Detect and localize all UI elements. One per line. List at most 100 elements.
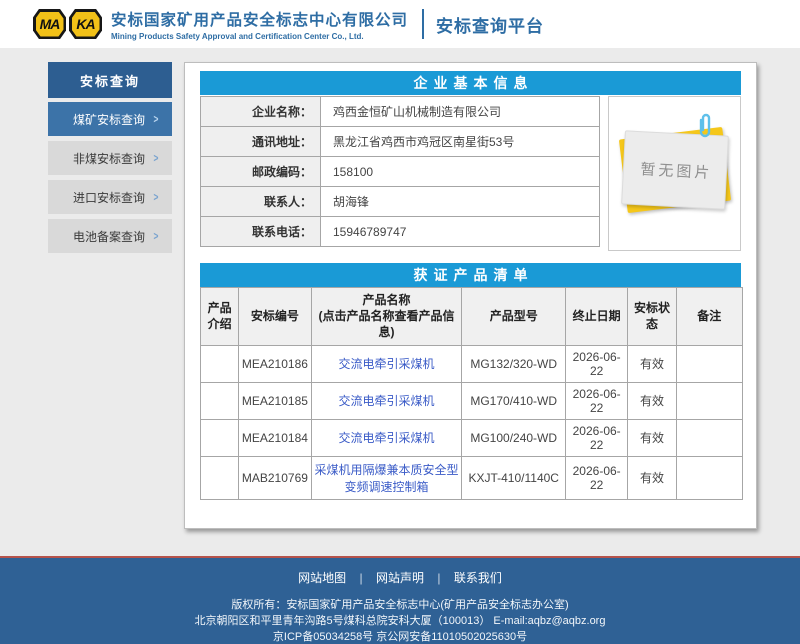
- footer-link-separator: |: [437, 571, 440, 585]
- sidebar-item-battery-record-query[interactable]: 电池备案查询 >: [48, 219, 172, 253]
- ka-badge-icon: KA: [69, 9, 102, 39]
- site-header: MA KA 安标国家矿用产品安全标志中心有限公司 Mining Products…: [0, 0, 800, 48]
- address-value: 黑龙江省鸡西市鸡冠区南星街53号: [321, 127, 600, 157]
- table-row: 通讯地址： 黑龙江省鸡西市鸡冠区南星街53号: [201, 127, 600, 157]
- sidebar-title: 安标查询: [48, 62, 172, 98]
- sidebar-item-import-query[interactable]: 进口安标查询 >: [48, 180, 172, 214]
- footer-copyright-block: 版权所有：安标国家矿用产品安全标志中心(矿用产品安全标志办公室) 北京朝阳区和平…: [0, 597, 800, 644]
- sidebar-item-label: 煤矿安标查询: [66, 111, 152, 128]
- site-footer: 网站地图 | 网站声明 | 联系我们 版权所有：安标国家矿用产品安全标志中心(矿…: [0, 556, 800, 644]
- cell-model: MG132/320-WD: [462, 345, 566, 382]
- cell-model: MG170/410-WD: [462, 382, 566, 419]
- basic-info-header: 企业基本信息: [200, 71, 741, 95]
- col-header-name-title: 产品名称: [314, 292, 460, 308]
- cell-intro: [201, 345, 239, 382]
- no-image-text: 暂无图片: [637, 158, 713, 183]
- info-label: 企业名称：: [201, 97, 321, 127]
- chevron-right-icon: >: [154, 190, 161, 204]
- cell-code: MEA210186: [239, 345, 311, 382]
- table-row: MEA210186 交流电牵引采煤机 MG132/320-WD 2026-06-…: [201, 345, 743, 382]
- cell-name: 交流电牵引采煤机: [311, 382, 462, 419]
- col-header-name: 产品名称 (点击产品名称查看产品信息): [311, 288, 462, 346]
- cell-note: [676, 419, 742, 456]
- cell-expire: 2026-06-22: [565, 419, 627, 456]
- no-image-placeholder: 暂无图片: [608, 96, 741, 251]
- no-image-cards: 暂无图片: [623, 133, 727, 207]
- cell-intro: [201, 382, 239, 419]
- cell-note: [676, 382, 742, 419]
- cell-name: 交流电牵引采煤机: [311, 345, 462, 382]
- footer-link-contact[interactable]: 联系我们: [454, 571, 502, 585]
- paperclip-icon: [695, 111, 713, 146]
- col-header-status: 安标状态: [628, 288, 676, 346]
- copyright-line: 版权所有：安标国家矿用产品安全标志中心(矿用产品安全标志办公室): [0, 597, 800, 613]
- col-header-note: 备注: [676, 288, 742, 346]
- basic-info-table: 企业名称： 鸡西金恒矿山机械制造有限公司 通讯地址： 黑龙江省鸡西市鸡冠区南星街…: [200, 96, 600, 247]
- contact-person-value: 胡海锋: [321, 187, 600, 217]
- table-row: MAB210769 采煤机用隔爆兼本质安全型变频调速控制箱 KXJT-410/1…: [201, 456, 743, 499]
- basic-info-section: 企业名称： 鸡西金恒矿山机械制造有限公司 通讯地址： 黑龙江省鸡西市鸡冠区南星街…: [200, 96, 741, 251]
- info-label: 邮政编码：: [201, 157, 321, 187]
- cell-intro: [201, 419, 239, 456]
- ma-badge-text: MA: [36, 12, 64, 37]
- product-name-link[interactable]: 交流电牵引采煤机: [339, 394, 435, 408]
- cell-expire: 2026-06-22: [565, 345, 627, 382]
- ma-badge-icon: MA: [33, 9, 66, 39]
- table-row: 邮政编码： 158100: [201, 157, 600, 187]
- company-name-value: 鸡西金恒矿山机械制造有限公司: [321, 97, 600, 127]
- col-header-name-note: (点击产品名称查看产品信息): [314, 308, 460, 340]
- product-name-link[interactable]: 交流电牵引采煤机: [339, 357, 435, 371]
- col-header-code: 安标编号: [239, 288, 311, 346]
- postcode-value: 158100: [321, 157, 600, 187]
- table-row: 联系电话： 15946789747: [201, 217, 600, 247]
- cell-status: 有效: [628, 382, 676, 419]
- cell-status: 有效: [628, 345, 676, 382]
- info-label: 联系电话：: [201, 217, 321, 247]
- sidebar-item-label: 进口安标查询: [66, 189, 152, 206]
- header-divider: [422, 9, 424, 39]
- address-line: 北京朝阳区和平里青年沟路5号煤科总院安科大厦（100013） E-mail:aq…: [0, 613, 800, 629]
- chevron-right-icon: >: [154, 229, 161, 243]
- company-name-en: Mining Products Safety Approval and Cert…: [111, 32, 408, 41]
- footer-links: 网站地图 | 网站声明 | 联系我们: [0, 569, 800, 586]
- sidebar-item-coal-mine-query[interactable]: 煤矿安标查询 >: [48, 102, 172, 136]
- brand-text: 安标国家矿用产品安全标志中心有限公司 Mining Products Safet…: [111, 8, 408, 41]
- page: MA KA 安标国家矿用产品安全标志中心有限公司 Mining Products…: [0, 0, 800, 644]
- table-row: MEA210184 交流电牵引采煤机 MG100/240-WD 2026-06-…: [201, 419, 743, 456]
- cell-code: MAB210769: [239, 456, 311, 499]
- product-name-link[interactable]: 交流电牵引采煤机: [339, 431, 435, 445]
- footer-link-sitemap[interactable]: 网站地图: [298, 571, 346, 585]
- company-name-cn: 安标国家矿用产品安全标志中心有限公司: [111, 8, 408, 30]
- content-panel: 企业基本信息 企业名称： 鸡西金恒矿山机械制造有限公司 通讯地址： 黑龙江省鸡西…: [184, 62, 757, 529]
- table-row: 企业名称： 鸡西金恒矿山机械制造有限公司: [201, 97, 600, 127]
- cell-expire: 2026-06-22: [565, 456, 627, 499]
- cell-status: 有效: [628, 456, 676, 499]
- cell-model: MG100/240-WD: [462, 419, 566, 456]
- info-label: 通讯地址：: [201, 127, 321, 157]
- table-row: 联系人： 胡海锋: [201, 187, 600, 217]
- footer-link-statement[interactable]: 网站声明: [376, 571, 424, 585]
- cell-name: 采煤机用隔爆兼本质安全型变频调速控制箱: [311, 456, 462, 499]
- cell-status: 有效: [628, 419, 676, 456]
- sidebar-item-label: 非煤安标查询: [66, 150, 152, 167]
- info-label: 联系人：: [201, 187, 321, 217]
- col-header-model: 产品型号: [462, 288, 566, 346]
- ka-badge-text: KA: [72, 12, 100, 37]
- col-header-expire: 终止日期: [565, 288, 627, 346]
- cell-name: 交流电牵引采煤机: [311, 419, 462, 456]
- product-name-link[interactable]: 采煤机用隔爆兼本质安全型变频调速控制箱: [315, 463, 459, 494]
- chevron-right-icon: >: [154, 151, 161, 165]
- cell-note: [676, 345, 742, 382]
- cell-code: MEA210184: [239, 419, 311, 456]
- sidebar: 安标查询 煤矿安标查询 > 非煤安标查询 > 进口安标查询 > 电池备案查询 >: [48, 62, 172, 258]
- body-row: 安标查询 煤矿安标查询 > 非煤安标查询 > 进口安标查询 > 电池备案查询 >…: [0, 48, 800, 529]
- product-list-header: 获证产品清单: [200, 263, 741, 287]
- cell-expire: 2026-06-22: [565, 382, 627, 419]
- cell-note: [676, 456, 742, 499]
- cell-code: MEA210185: [239, 382, 311, 419]
- chevron-right-icon: >: [154, 112, 161, 126]
- cell-intro: [201, 456, 239, 499]
- sidebar-item-non-coal-query[interactable]: 非煤安标查询 >: [48, 141, 172, 175]
- phone-value: 15946789747: [321, 217, 600, 247]
- icp-line: 京ICP备05034258号 京公网安备11010502025630号: [0, 629, 800, 644]
